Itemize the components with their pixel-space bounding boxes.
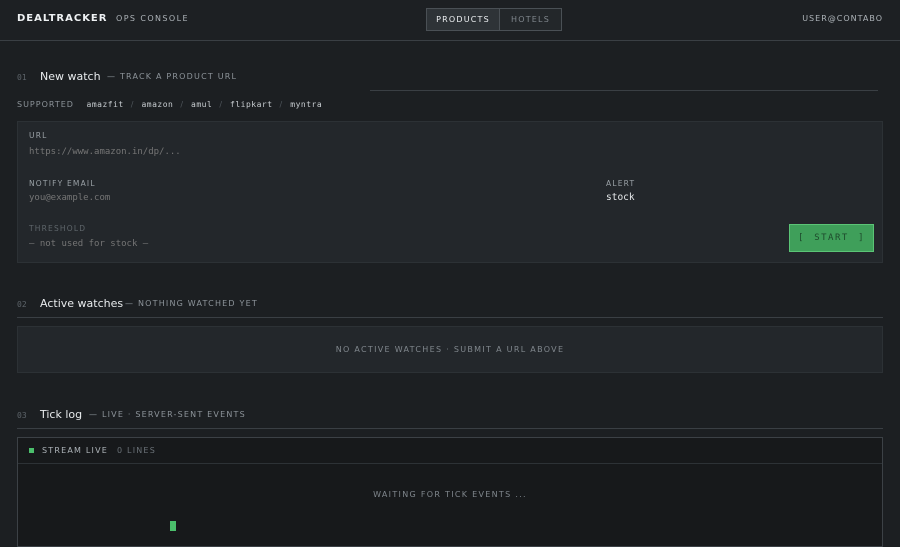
section-title-new-watch: New watch (40, 70, 101, 83)
start-button[interactable]: [ START ] (789, 224, 874, 252)
email-input[interactable] (29, 193, 589, 203)
supported-stores: SUPPORTED amazfit / amazon / amul / flipkart / m… (17, 100, 322, 109)
stream-status: STREAM LIVE (42, 446, 109, 455)
store-amazfit: amazfit (86, 100, 124, 109)
brand-logo[interactable]: DEALTRACKER (17, 13, 107, 24)
empty-state-text: NO ACTIVE WATCHES · SUBMIT A URL ABOVE (335, 345, 565, 354)
brand-separator: · (102, 12, 106, 23)
threshold-label: THRESHOLD (29, 224, 87, 233)
alert-select[interactable]: stock (606, 192, 635, 203)
store-flipkart: flipkart (230, 100, 273, 109)
section-number-new-watch: 01 (17, 73, 27, 82)
line-count: 0 LINES (117, 446, 156, 455)
tab-hotels[interactable]: HOTELS (500, 9, 561, 30)
terminal-cursor (170, 521, 176, 531)
bracket-right: ] (858, 233, 865, 243)
store-separator: / (279, 100, 284, 109)
store-separator: / (180, 100, 185, 109)
waiting-text: WAITING FOR TICK EVENTS ... (373, 490, 527, 499)
section-subtitle-new-watch: — TRACK A PRODUCT URL (107, 72, 238, 81)
bracket-left: [ (798, 233, 805, 243)
section-number-active-watches: 02 (17, 300, 27, 309)
section-title-tick-log: Tick log (40, 408, 83, 421)
section-divider (17, 317, 883, 318)
section-subtitle-tick-log: — LIVE · SERVER-SENT EVENTS (89, 410, 246, 419)
supported-label: SUPPORTED (17, 100, 74, 109)
section-subtitle-active-watches: — NOTHING WATCHED YET (125, 299, 258, 308)
live-indicator-icon (29, 448, 34, 453)
threshold-input[interactable] (29, 239, 329, 249)
store-amul: amul (191, 100, 213, 109)
store-separator: / (130, 100, 135, 109)
section-number-tick-log: 03 (17, 411, 27, 420)
store-myntra: myntra (290, 100, 323, 109)
start-button-label: START (814, 233, 849, 243)
tick-log-console[interactable]: STREAM LIVE 0 LINES WAITING FOR TICK EVE… (17, 437, 883, 547)
new-watch-form: URL NOTIFY EMAIL ALERT stock THRESHOLD (17, 121, 883, 263)
alert-label: ALERT (606, 179, 636, 188)
tab-products[interactable]: PRODUCTS (427, 9, 500, 30)
store-amazon: amazon (141, 100, 174, 109)
active-watches-empty-state: NO ACTIVE WATCHES · SUBMIT A URL ABOVE (17, 326, 883, 373)
user-account[interactable]: USER@CONTABO (802, 14, 883, 23)
log-header: STREAM LIVE 0 LINES (18, 438, 882, 464)
section-title-active-watches: Active watches (40, 297, 124, 310)
top-bar: DEALTRACKER · OPS CONSOLE PRODUCTS HOTEL… (0, 0, 900, 41)
url-input[interactable] (29, 147, 869, 157)
section-divider (370, 90, 878, 91)
email-label: NOTIFY EMAIL (29, 179, 96, 188)
url-label: URL (29, 131, 48, 140)
section-divider (17, 428, 883, 429)
mode-switch: PRODUCTS HOTELS (426, 8, 562, 31)
store-separator: / (219, 100, 224, 109)
console-label: OPS CONSOLE (116, 14, 189, 23)
